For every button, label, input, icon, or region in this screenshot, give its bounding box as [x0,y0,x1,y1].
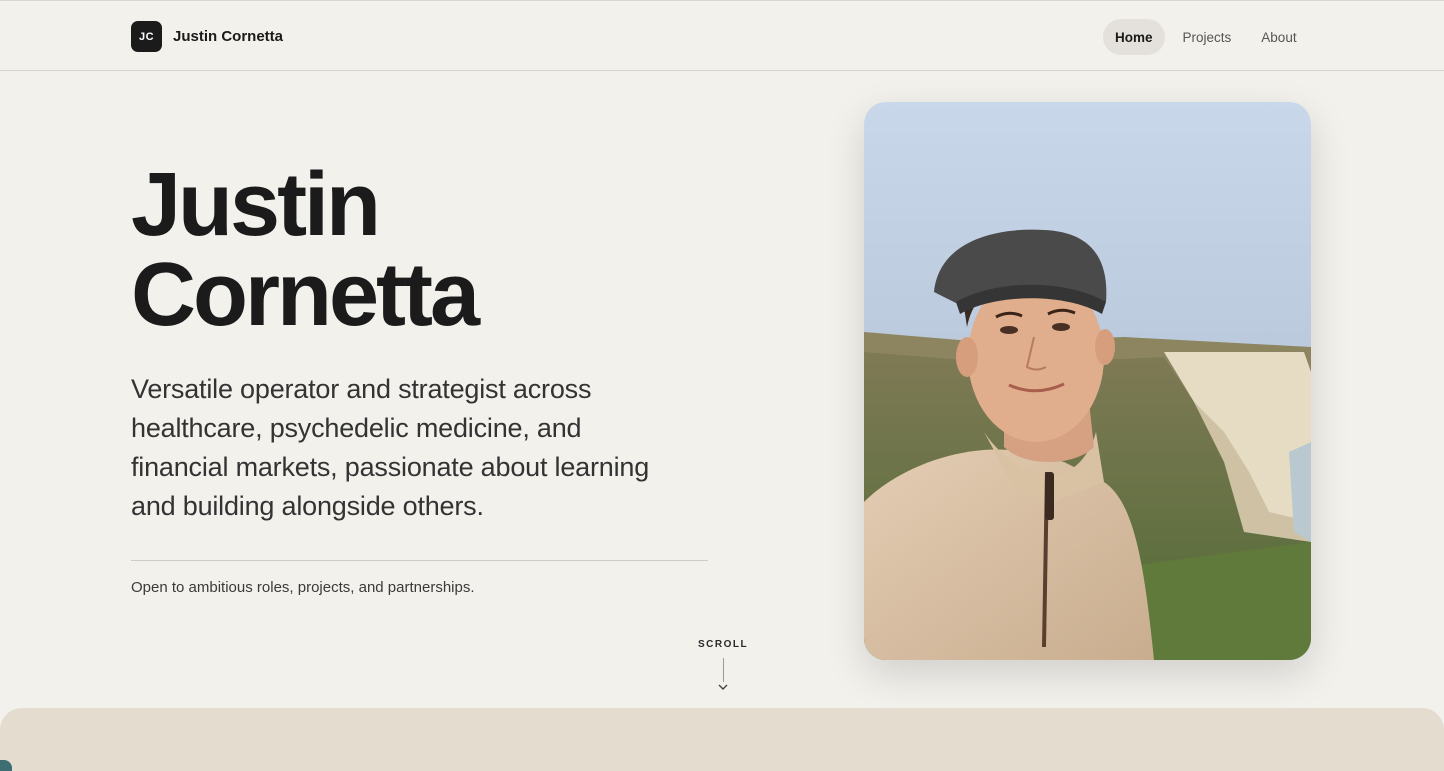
site-header: JC Justin Cornetta Home Projects About [0,0,1444,71]
scroll-label: SCROLL [698,639,749,650]
nav-about[interactable]: About [1249,19,1308,55]
monogram-logo: JC [131,21,162,52]
hero-name-line-1: Justin [131,155,381,255]
portrait-illustration [864,102,1311,660]
availability-note: Open to ambitious roles, projects, and p… [131,579,475,596]
nav-home[interactable]: Home [1103,19,1165,55]
main-nav: Home Projects About [1103,19,1309,55]
divider [131,560,708,561]
chevron-down-icon [718,684,728,690]
portrait-photo [864,102,1311,660]
scroll-line [722,658,724,682]
next-section-panel [0,708,1444,771]
hero-name-line-2: Cornetta [131,245,480,345]
brand-name[interactable]: Justin Cornetta [173,28,283,45]
scroll-cue[interactable]: SCROLL [698,639,748,691]
nav-projects[interactable]: Projects [1171,19,1244,55]
brand[interactable]: JC Justin Cornetta [131,21,283,52]
hero-name: Justin Cornetta [131,155,480,345]
hero-tagline: Versatile operator and strategist across… [131,374,650,521]
